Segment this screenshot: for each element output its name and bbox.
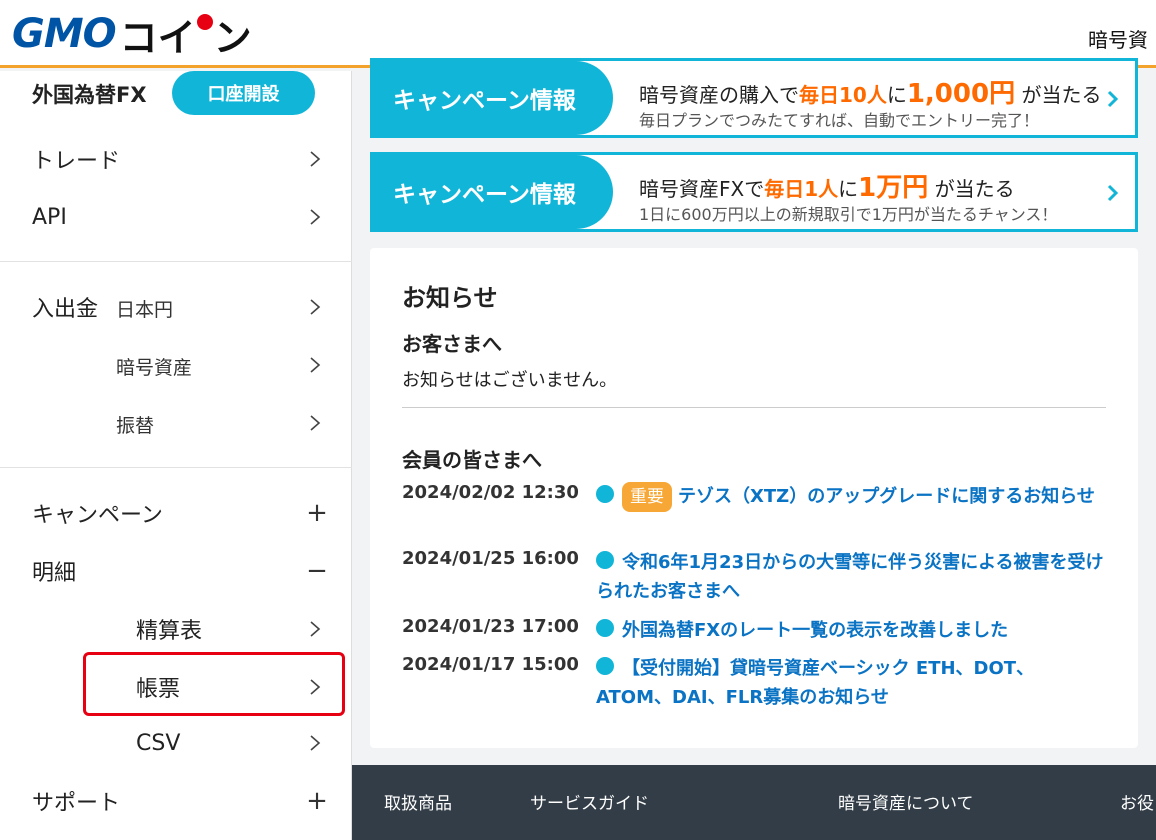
notice-card: お知らせ お客さまへ お知らせはございません。 会員の皆さまへ 2024/02/… [370,248,1138,748]
important-badge: 重要 [622,482,672,512]
chevron-right-icon [305,149,325,169]
logo-coin-part-b: ン [213,15,252,60]
banner-text: に [838,177,859,201]
chevron-right-icon [305,619,325,639]
news-item: 2024/01/23 17:00 外国為替FXのレート一覧の表示を改善しました [402,616,1106,646]
chevron-right-icon [1107,90,1119,108]
chevron-right-icon [305,207,325,227]
sidebar-item-api[interactable]: API [0,199,352,235]
logo-coin-part-a: コイ [119,15,196,60]
sidebar-item-label: CSV [136,730,181,756]
banner-subtext: 1日に600万円以上の新規取引で1万円が当たるチャンス！ [639,205,1058,224]
banner-highlight: 毎日10人 [799,83,887,107]
news-date: 2024/01/23 17:00 [402,616,579,637]
footer-link-useful[interactable]: お役 [1120,789,1154,814]
report-highlight-box [83,652,345,716]
chevron-right-icon [305,733,325,753]
news-date: 2024/01/25 16:00 [402,548,579,569]
campaign-tag: キャンペーン情報 [373,61,613,135]
sidebar-divider [0,261,352,262]
sidebar-item-support[interactable]: サポート + [0,783,352,819]
footer-link-products[interactable]: 取扱商品 [384,789,452,814]
sidebar-item-csv[interactable]: CSV [0,725,352,761]
chevron-right-icon [305,355,325,375]
sidebar-item-deposit-jpy[interactable]: 入出金 日本円 [0,289,352,325]
sidebar-item-label: 精算表 [136,619,203,644]
fx-section-title: 外国為替FX [32,83,147,107]
banner-text: が当たる [1021,83,1102,107]
campaign-banner-crypto-purchase[interactable]: キャンペーン情報 暗号資産の購入で毎日10人に1,000円 が当たる 毎日プラン… [370,58,1138,138]
banner-text: に [886,83,907,107]
chevron-right-icon [305,413,325,433]
logo-red-dot-icon [196,14,213,30]
news-date: 2024/02/02 12:30 [402,482,579,503]
news-link[interactable]: 外国為替FXのレート一覧の表示を改善しました [596,616,1106,645]
sidebar-item-label: サポート [32,791,121,816]
banner-headline: 暗号資産の購入で毎日10人に1,000円 が当たる [639,73,1101,110]
sidebar-item-settlement[interactable]: 精算表 [0,611,352,647]
sidebar-item-label: キャンペーン [32,503,163,528]
header-nav-crypto[interactable]: 暗号資 [1088,24,1148,53]
campaign-banner-crypto-fx[interactable]: キャンペーン情報 暗号資産FXで毎日1人に1万円 が当たる 1日に600万円以上… [370,152,1138,232]
logo-gmo-text: GMO [12,11,117,57]
notice-title: お知らせ [402,284,498,312]
footer-link-about-crypto[interactable]: 暗号資産について [838,789,974,814]
deposit-section-label: 入出金 [32,297,99,322]
footer-link-service-guide[interactable]: サービスガイド [530,789,649,814]
sidebar-item-trade[interactable]: トレード [0,141,352,177]
plus-icon: + [306,786,328,816]
sidebar-item-label: 日本円 [116,299,174,321]
news-item: 2024/01/25 16:00 令和6年1月23日からの大雪等に伴う災害による… [402,548,1106,608]
banner-text: 暗号資産の購入で [639,83,799,107]
banner-subtext: 毎日プランでつみたてすれば、自動でエントリー完了！ [639,111,1040,130]
news-link-text: テゾス（XTZ）のアップグレードに関するお知らせ [678,486,1095,507]
sidebar-item-label: 暗号資産 [116,357,193,379]
minus-icon: − [306,556,328,586]
sidebar-item-deposit-crypto[interactable]: 暗号資産 [0,347,352,383]
sidebar-item-campaign[interactable]: キャンペーン + [0,495,352,531]
footer-nav: 取扱商品 サービスガイド 暗号資産について お役 [352,765,1156,840]
open-account-button[interactable]: 口座開設 [172,71,315,115]
chevron-right-icon [305,297,325,317]
gmo-coin-logo[interactable]: GMO コイン [12,11,252,60]
banner-highlight: 毎日1人 [764,177,839,201]
plus-icon: + [306,498,328,528]
banner-text: 暗号資産FXで [639,177,765,201]
banner-prize: 1万円 [858,173,929,203]
news-link[interactable]: 【受付開始】貸暗号資産ベーシック ETH、DOT、ATOM、DAI、FLR募集の… [596,654,1106,712]
chevron-right-icon [1107,184,1119,202]
sidebar-item-label: トレード [32,149,121,174]
sidebar-divider [0,467,352,468]
members-heading: 会員の皆さまへ [402,448,542,472]
sidebar-item-label: 明細 [32,561,77,586]
news-date: 2024/01/17 15:00 [402,654,579,675]
campaign-tag: キャンペーン情報 [373,155,613,229]
banner-text: が当たる [934,177,1015,201]
logo-coin-text: コイン [120,7,252,62]
sidebar: 外国為替FX 口座開設 トレード API 入出金 日本円 暗号資産 振替 キャン… [0,71,352,840]
banner-headline: 暗号資産FXで毎日1人に1万円 が当たる [639,167,1015,204]
sidebar-item-statement[interactable]: 明細 − [0,553,352,589]
customers-heading: お客さまへ [402,332,502,356]
banner-prize: 1,000円 [906,79,1016,109]
news-link[interactable]: 重要 テゾス（XTZ）のアップグレードに関するお知らせ [596,482,1106,512]
no-notice-text: お知らせはございません。 [402,370,618,391]
notice-divider [402,407,1106,408]
news-item: 2024/02/02 12:30 重要 テゾス（XTZ）のアップグレードに関するお… [402,482,1106,542]
sidebar-item-label: API [32,204,67,230]
sidebar-item-label: 振替 [116,415,155,437]
sidebar-item-transfer[interactable]: 振替 [0,405,352,441]
news-item: 2024/01/17 15:00 【受付開始】貸暗号資産ベーシック ETH、DO… [402,654,1106,714]
news-link[interactable]: 令和6年1月23日からの大雪等に伴う災害による被害を受けられたお客さまへ [596,548,1106,606]
